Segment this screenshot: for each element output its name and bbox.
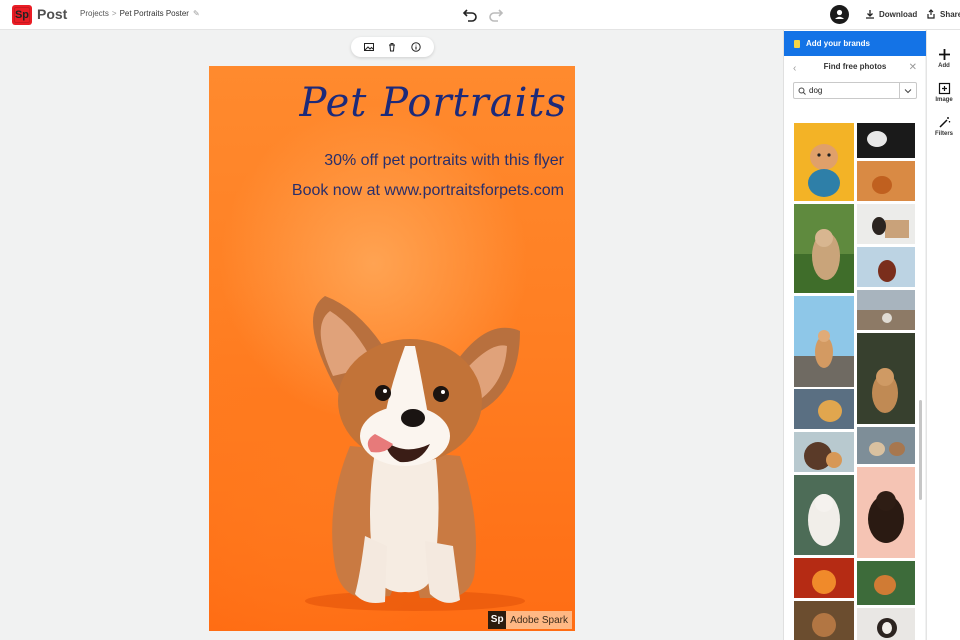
rail-label: Filters (934, 131, 953, 137)
spark-logo[interactable]: Sp (12, 5, 32, 25)
breadcrumb-separator: > (111, 9, 117, 18)
rail-add-button[interactable]: Add (927, 48, 960, 69)
photo-result[interactable] (794, 558, 854, 598)
breadcrumb-projects-link[interactable]: Projects (80, 9, 109, 18)
redo-icon[interactable] (488, 6, 504, 22)
magic-wand-icon (938, 117, 950, 128)
rail-label: Image (935, 97, 953, 103)
photo-search-field[interactable] (793, 82, 917, 99)
download-icon (866, 10, 874, 19)
photo-result[interactable] (857, 161, 915, 201)
breadcrumb: Projects > Pet Portraits Poster ✎ (80, 9, 200, 18)
photo-result[interactable] (857, 247, 915, 287)
photo-result[interactable] (794, 204, 854, 293)
chevron-down-icon (904, 88, 912, 93)
photo-result[interactable] (794, 389, 854, 429)
plus-icon (938, 49, 950, 60)
undo-icon[interactable] (462, 6, 478, 22)
trash-icon[interactable] (387, 42, 397, 52)
top-bar: Sp Post Projects > Pet Portraits Poster ✎ D… (0, 0, 960, 30)
poster-title[interactable]: Pet Portraits (299, 80, 567, 126)
photo-result[interactable] (857, 333, 915, 424)
product-name: Post (37, 6, 68, 22)
photo-result[interactable] (857, 467, 915, 558)
brand-icon (794, 39, 800, 48)
search-input[interactable] (809, 86, 901, 95)
close-icon[interactable]: ✕ (909, 62, 917, 73)
image-icon[interactable] (363, 42, 374, 52)
tool-rail: Add Image Filters (926, 30, 960, 640)
photo-result[interactable] (794, 296, 854, 387)
download-label: Download (879, 9, 918, 19)
photos-panel: Add your brands ‹ Find free photos ✕ (783, 30, 926, 640)
search-icon (798, 87, 806, 95)
rail-image-button[interactable]: Image (927, 82, 960, 103)
photo-result[interactable] (794, 601, 854, 640)
share-label: Share (940, 9, 960, 19)
rail-label: Add (938, 63, 950, 69)
rail-filters-button[interactable]: Filters (927, 116, 960, 137)
photo-result[interactable] (857, 290, 915, 330)
panel-title: Find free photos (823, 62, 887, 71)
download-button[interactable]: Download (865, 9, 917, 19)
poster-subtitle[interactable]: 30% off pet portraits with this flyer (324, 152, 564, 170)
badge-text: Adobe Spark (510, 614, 568, 626)
panel-scrollbar[interactable] (919, 400, 922, 500)
search-dropdown[interactable] (899, 83, 916, 98)
image-add-icon (938, 82, 950, 95)
share-icon (927, 9, 935, 19)
photo-result[interactable] (857, 204, 915, 244)
poster-canvas[interactable]: Pet Portraits 30% off pet portraits with… (209, 66, 575, 631)
add-brands-button[interactable]: Add your brands (784, 31, 926, 56)
project-title[interactable]: Pet Portraits Poster (120, 9, 189, 18)
photo-result[interactable] (857, 561, 915, 605)
photo-result[interactable] (857, 427, 915, 464)
corgi-puppy-photo[interactable] (255, 276, 555, 611)
photo-result[interactable] (794, 475, 854, 555)
poster-booking-text[interactable]: Book now at www.portraitsforpets.com (292, 182, 564, 200)
share-button[interactable]: Share (926, 9, 960, 19)
adobe-spark-badge: Sp Adobe Spark (488, 611, 572, 629)
canvas-floating-toolbar (351, 37, 434, 57)
avatar[interactable] (830, 5, 849, 24)
pencil-icon[interactable]: ✎ (193, 9, 200, 18)
info-icon[interactable] (411, 42, 421, 52)
photo-result[interactable] (794, 123, 854, 201)
photo-result[interactable] (794, 432, 854, 472)
photo-result[interactable] (857, 608, 915, 640)
spark-badge-logo: Sp (488, 611, 507, 629)
add-brands-label: Add your brands (806, 39, 871, 48)
photo-result[interactable] (857, 123, 915, 158)
